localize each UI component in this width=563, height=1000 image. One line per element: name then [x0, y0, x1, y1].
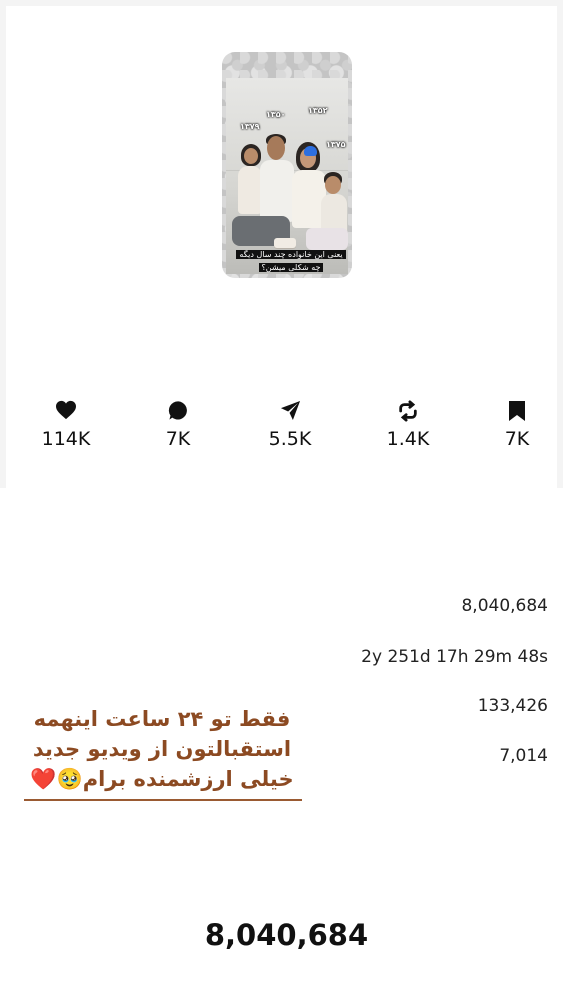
comment-icon: [138, 400, 218, 426]
stat-comments[interactable]: 7K: [138, 400, 218, 450]
shares-count: 5.5K: [268, 428, 312, 450]
duration-value: 2y 251d 17h 29m 48s: [361, 647, 548, 667]
sticker-line-1: فقط تو ۲۴ ساعت اینهمه: [33, 707, 291, 731]
caption-sticker: فقط تو ۲۴ ساعت اینهمه استقبالتون از ویدی…: [24, 704, 300, 800]
year-label-daughter: ۱۳۷۹: [240, 122, 260, 131]
sticker-underline: [24, 799, 302, 801]
bookmark-icon: [477, 400, 557, 426]
thumbnail-caption-line2: چه شکلی میشن؟: [258, 263, 324, 272]
comments-count: 7K: [165, 428, 191, 450]
repost-icon: [368, 400, 448, 426]
likes-count: 114K: [41, 428, 91, 450]
thumbnail-caption: یعنی این خانواده چند سال دیگه چه شکلی می…: [234, 248, 348, 274]
stat-likes[interactable]: 114K: [26, 400, 106, 450]
thumbnail-caption-line1: یعنی این خانواده چند سال دیگه: [236, 250, 346, 259]
family-photo: ۱۳۵۲ ۱۳۵۰ ۱۳۷۹ ۱۳۷۵ یعنی این خانواده چند…: [226, 78, 348, 274]
stat-reposts[interactable]: 1.4K: [368, 400, 448, 450]
views-value: 8,040,684: [461, 596, 548, 616]
blue-emoji-overlay: [304, 146, 317, 156]
year-label-son: ۱۳۷۵: [326, 140, 346, 149]
birthday-cake: [274, 238, 296, 248]
detail-row-4-value: 7,014: [499, 746, 548, 766]
year-label-father: ۱۳۵۰: [266, 110, 286, 119]
video-thumbnail[interactable]: ۱۳۵۲ ۱۳۵۰ ۱۳۷۹ ۱۳۷۵ یعنی این خانواده چند…: [222, 52, 352, 278]
heart-icon: [26, 400, 106, 426]
share-icon: [250, 400, 330, 426]
saves-count: 7K: [504, 428, 530, 450]
detail-row-3-value: 133,426: [477, 696, 548, 716]
sticker-line-3: خیلی ارزشمنده برام🥹❤️: [30, 767, 294, 791]
stat-saves[interactable]: 7K: [477, 400, 557, 450]
total-views: 8,040,684: [204, 918, 369, 952]
year-label-mother: ۱۳۵۲: [308, 106, 328, 115]
stat-shares[interactable]: 5.5K: [250, 400, 330, 450]
sticker-line-2: استقبالتون از ویدیو جدید: [32, 737, 292, 761]
reposts-count: 1.4K: [386, 428, 430, 450]
